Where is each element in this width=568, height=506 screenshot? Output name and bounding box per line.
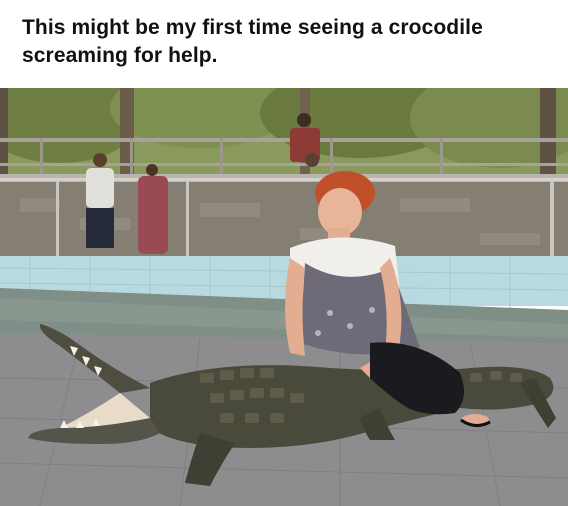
meme-photo xyxy=(0,88,568,506)
pool-icon xyxy=(0,256,568,348)
meme-post: This might be my first time seeing a cro… xyxy=(0,0,568,506)
caption-text: This might be my first time seeing a cro… xyxy=(22,16,483,67)
